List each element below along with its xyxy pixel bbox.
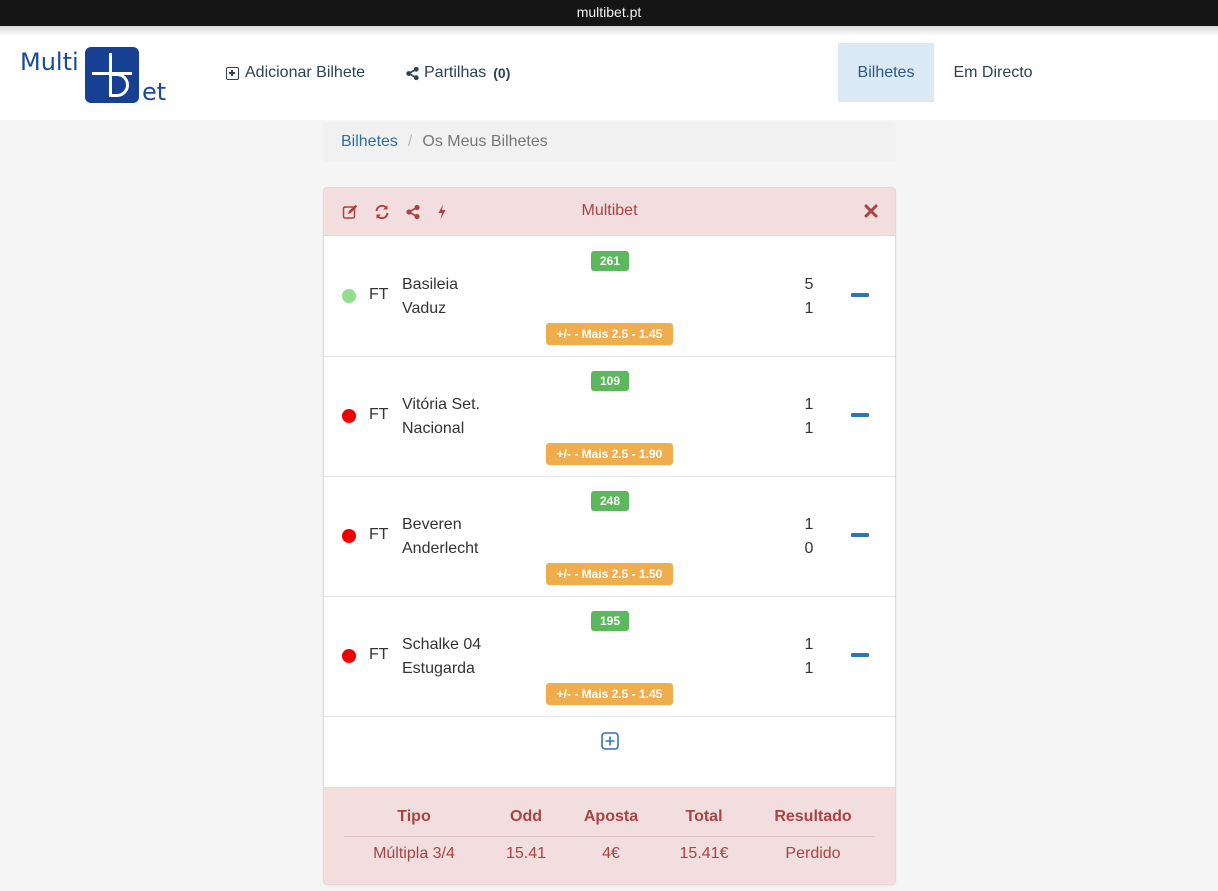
remove-match-icon[interactable] [851, 413, 869, 417]
match-id-badge: 109 [591, 371, 629, 391]
ticket-summary: Tipo Odd Aposta Total Resultado Múltipla… [324, 787, 895, 884]
add-ticket-label: Adicionar Bilhete [245, 64, 366, 81]
shares-count: (0) [493, 65, 511, 81]
home-score: 5 [804, 276, 814, 293]
match-status: FT [369, 406, 389, 423]
browser-url: multibet.pt [576, 4, 642, 20]
status-dot [342, 529, 356, 543]
browser-title-bar: multibet.pt [0, 0, 1218, 26]
match-scores: 1 1 [794, 393, 824, 441]
match-scores: 5 1 [794, 273, 824, 321]
shares-link[interactable]: Partilhas (0) [405, 62, 510, 84]
logo-text-multi: Multi [20, 48, 79, 76]
add-ticket-link[interactable]: Adicionar Bilhete [226, 62, 365, 84]
match-status: FT [369, 526, 389, 543]
remove-match-icon[interactable] [851, 293, 869, 297]
nav-live[interactable]: Em Directo [938, 43, 1048, 102]
bet-badge: +/- - Mais 2.5 - 1.50 [546, 563, 673, 585]
add-match-icon[interactable] [601, 732, 619, 750]
shares-label: Partilhas [424, 64, 487, 81]
summary-header-type: Tipo [397, 808, 431, 825]
ticket-panel: Multibet FT Basileia Vaduz 261 +/- - Mai… [323, 187, 896, 885]
remove-match-icon[interactable] [851, 533, 869, 537]
summary-type: Múltipla 3/4 [373, 845, 455, 862]
plus-square-icon [226, 66, 239, 80]
match-status: FT [369, 286, 389, 303]
away-score: 0 [804, 540, 814, 557]
match-row: FT Vitória Set. Nacional 109 +/- - Mais … [324, 357, 895, 477]
away-team: Estugarda [402, 660, 475, 677]
summary-header-result: Resultado [774, 808, 852, 825]
away-team: Anderlecht [402, 540, 479, 557]
match-row: FT Basileia Vaduz 261 +/- - Mais 2.5 - 1… [324, 237, 895, 357]
home-score: 1 [804, 516, 814, 533]
summary-total: 15.41€ [679, 845, 729, 862]
breadcrumb-separator: / [407, 133, 413, 150]
away-team: Vaduz [402, 300, 447, 317]
match-row: FT Schalke 04 Estugarda 195 +/- - Mais 2… [324, 597, 895, 717]
ticket-panel-header: Multibet [324, 188, 895, 236]
remove-match-icon[interactable] [851, 653, 869, 657]
match-teams: Beveren Anderlecht [402, 513, 479, 561]
match-teams: Schalke 04 Estugarda [402, 633, 481, 681]
away-score: 1 [804, 420, 814, 437]
bet-badge: +/- - Mais 2.5 - 1.90 [546, 443, 673, 465]
match-scores: 1 0 [794, 513, 824, 561]
home-team: Schalke 04 [402, 636, 482, 653]
match-id-badge: 195 [591, 611, 629, 631]
match-scores: 1 1 [794, 633, 824, 681]
bet-badge: +/- - Mais 2.5 - 1.45 [546, 683, 673, 705]
share-icon [406, 66, 419, 80]
breadcrumb-root[interactable]: Bilhetes [341, 133, 398, 151]
away-score: 1 [804, 300, 814, 317]
add-match-row [324, 717, 895, 787]
titlebar-shadow [0, 26, 1218, 36]
status-dot [342, 649, 356, 663]
bet-badge: +/- - Mais 2.5 - 1.45 [546, 323, 673, 345]
summary-divider [344, 836, 875, 837]
logo-text-et: et [142, 78, 167, 106]
status-dot [342, 289, 356, 303]
summary-header-total: Total [685, 808, 723, 825]
ticket-title: Multibet [581, 202, 638, 219]
home-score: 1 [804, 396, 814, 413]
away-team: Nacional [402, 420, 465, 437]
match-row: FT Beveren Anderlecht 248 +/- - Mais 2.5… [324, 477, 895, 597]
nav-tickets[interactable]: Bilhetes [838, 43, 934, 102]
summary-result: Perdido [785, 845, 841, 862]
multibet-logo[interactable]: Multi et [20, 46, 170, 106]
logo-b-mark [85, 47, 139, 103]
close-icon[interactable] [864, 204, 878, 218]
match-id-badge: 261 [591, 251, 629, 271]
match-status: FT [369, 646, 389, 663]
status-dot [342, 409, 356, 423]
navbar: Multi et Adicionar Bilhete Partilhas (0)… [0, 36, 1218, 120]
home-team: Basileia [402, 276, 459, 293]
home-team: Vitória Set. [402, 396, 480, 413]
home-score: 1 [804, 636, 814, 653]
match-teams: Vitória Set. Nacional [402, 393, 480, 441]
breadcrumb-current: Os Meus Bilhetes [422, 133, 548, 150]
match-teams: Basileia Vaduz [402, 273, 458, 321]
home-team: Beveren [402, 516, 462, 533]
breadcrumb: Bilhetes / Os Meus Bilhetes [323, 122, 896, 162]
away-score: 1 [804, 660, 814, 677]
match-id-badge: 248 [591, 491, 629, 511]
